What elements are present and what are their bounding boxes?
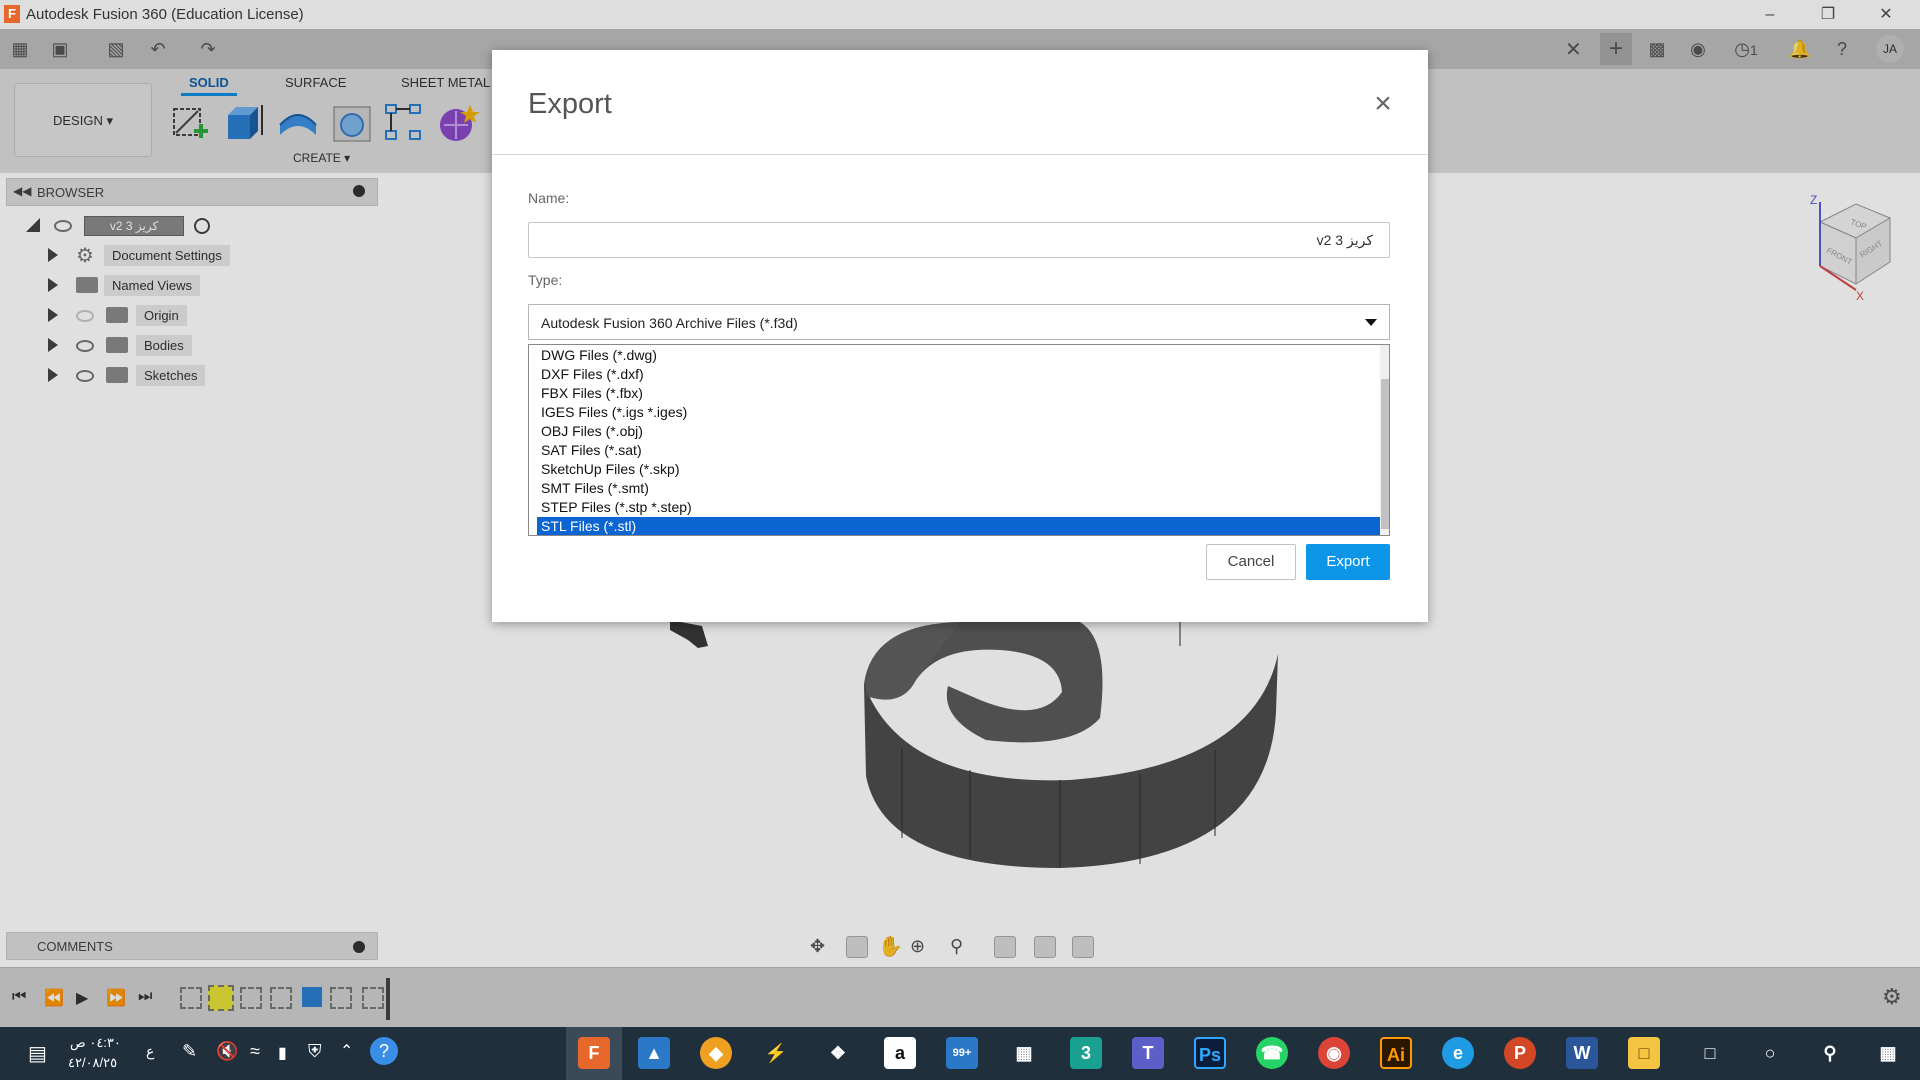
browser-shield-icon[interactable]: ◆ — [700, 1037, 732, 1069]
scrollbar-thumb[interactable] — [1381, 379, 1389, 529]
dropdown-option[interactable]: DWG Files (*.dwg) — [537, 346, 1381, 365]
battery-icon[interactable]: ▮ — [278, 1043, 287, 1063]
dropdown-option-selected[interactable]: STL Files (*.stl) — [537, 517, 1381, 535]
file-explorer-icon[interactable]: □ — [1628, 1037, 1660, 1069]
type-dropdown-list: DWG Files (*.dwg) DXF Files (*.dxf) FBX … — [528, 344, 1390, 536]
minimize-button[interactable]: – — [1748, 2, 1792, 28]
fusion-taskbar-icon[interactable]: F — [578, 1037, 610, 1069]
dropdown-option[interactable]: OBJ Files (*.obj) — [537, 422, 1381, 441]
whatsapp-icon[interactable]: ☎ — [1256, 1037, 1288, 1069]
photoshop-icon[interactable]: Ps — [1194, 1037, 1226, 1069]
windows-start-icon[interactable]: ▦ — [1872, 1037, 1904, 1069]
photos-icon[interactable]: ▲ — [638, 1037, 670, 1069]
clock-date[interactable]: ٤٢/٠٨/٢٥ — [68, 1055, 117, 1071]
chevron-up-icon[interactable]: ⌃ — [340, 1041, 353, 1061]
mail-badge: 99+ — [952, 1047, 972, 1059]
restore-button[interactable]: ❐ — [1806, 2, 1850, 28]
dropdown-option[interactable]: FBX Files (*.fbx) — [537, 384, 1381, 403]
help-circle-icon[interactable]: ? — [370, 1037, 398, 1065]
name-label: Name: — [528, 190, 570, 206]
word-icon[interactable]: W — [1566, 1037, 1598, 1069]
powerpoint-icon[interactable]: P — [1504, 1037, 1536, 1069]
export-dialog: Export × Name: Type: Autodesk Fusion 360… — [492, 50, 1428, 622]
security-shield-icon[interactable]: ⛨ — [308, 1041, 322, 1062]
input-language[interactable]: ع — [146, 1043, 154, 1060]
illustrator-icon[interactable]: Ai — [1380, 1037, 1412, 1069]
mail-icon[interactable]: 99+ — [946, 1037, 978, 1069]
action-center-icon[interactable]: ▤ — [28, 1041, 47, 1066]
dropdown-option[interactable]: DXF Files (*.dxf) — [537, 365, 1381, 384]
clock-time[interactable]: ٠٤:٣٠ ص — [70, 1035, 121, 1051]
dropdown-option[interactable]: SMT Files (*.smt) — [537, 479, 1381, 498]
windows-taskbar: ▤ ٠٤:٣٠ ص ٤٢/٠٨/٢٥ ع ✎ 🔇 ≈ ▮ ⛨ ⌃ ? F ▲ ◆… — [0, 1027, 1920, 1080]
title-bar: F Autodesk Fusion 360 (Education License… — [0, 0, 1920, 29]
type-select[interactable]: Autodesk Fusion 360 Archive Files (*.f3d… — [528, 304, 1390, 340]
close-window-button[interactable]: ✕ — [1864, 2, 1908, 28]
type-selected-value: Autodesk Fusion 360 Archive Files (*.f3d… — [541, 315, 798, 331]
volume-muted-icon[interactable]: 🔇 — [216, 1041, 238, 1062]
store-icon[interactable]: ▦ — [1008, 1037, 1040, 1069]
3d-app-icon[interactable]: 3 — [1070, 1037, 1102, 1069]
type-label: Type: — [528, 272, 563, 288]
export-button[interactable]: Export — [1306, 544, 1390, 580]
teams-icon[interactable]: T — [1132, 1037, 1164, 1069]
chrome-icon[interactable]: ◉ — [1318, 1037, 1350, 1069]
edge-icon[interactable]: e — [1442, 1037, 1474, 1069]
cortana-icon[interactable]: ○ — [1754, 1037, 1786, 1069]
dropdown-option[interactable]: SAT Files (*.sat) — [537, 441, 1381, 460]
dropdown-scrollbar[interactable] — [1380, 345, 1389, 535]
name-field[interactable] — [528, 222, 1390, 258]
dialog-divider — [492, 154, 1428, 155]
dropdown-option[interactable]: IGES Files (*.igs *.iges) — [537, 403, 1381, 422]
window-title: Autodesk Fusion 360 (Education License) — [26, 6, 304, 23]
fusion-app-icon: F — [4, 5, 20, 23]
dropdown-option[interactable]: STEP Files (*.stp *.step) — [537, 498, 1381, 517]
pen-icon[interactable]: ✎ — [182, 1041, 197, 1062]
task-view-icon[interactable]: □ — [1694, 1037, 1726, 1069]
dropdown-option[interactable]: SketchUp Files (*.skp) — [537, 460, 1381, 479]
dialog-close-icon[interactable]: × — [1370, 89, 1396, 119]
cancel-button[interactable]: Cancel — [1206, 544, 1296, 580]
chevron-down-icon — [1365, 319, 1377, 326]
amazon-icon[interactable]: a — [884, 1037, 916, 1069]
lightning-app-icon[interactable]: ⚡ — [760, 1037, 792, 1069]
search-icon[interactable]: ⚲ — [1814, 1037, 1846, 1069]
wifi-icon[interactable]: ≈ — [250, 1041, 260, 1062]
dropbox-icon[interactable]: ❖ — [822, 1037, 854, 1069]
dialog-title: Export — [528, 88, 612, 120]
